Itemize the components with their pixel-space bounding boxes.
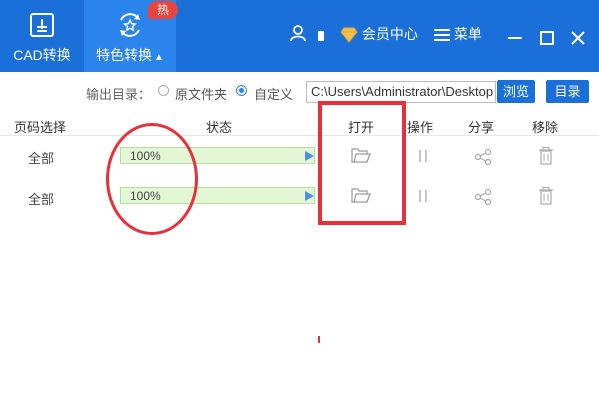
share-icon[interactable]: [474, 148, 492, 169]
col-status: 状态: [206, 120, 233, 135]
menu-icon: [434, 26, 454, 42]
pause-icon[interactable]: [418, 190, 428, 205]
top-bar: CAD转换 特色转换 ▲ 热 会员中心 菜单: [0, 0, 599, 72]
output-dir-label: 输出目录：: [86, 87, 152, 102]
radio-source-folder-label[interactable]: 原文件夹: [175, 84, 227, 103]
col-remove: 移除: [532, 120, 559, 135]
trash-icon[interactable]: [538, 147, 554, 168]
directory-button[interactable]: 目录: [546, 80, 589, 103]
radio-source-folder[interactable]: [158, 85, 169, 96]
col-page-select: 页码选择: [14, 120, 67, 135]
trash-icon[interactable]: [538, 187, 554, 208]
menu-button[interactable]: 菜单: [434, 24, 482, 44]
nav-cad-convert[interactable]: CAD转换: [0, 0, 84, 72]
share-icon[interactable]: [474, 188, 492, 209]
nav-cad-label: CAD转换: [13, 47, 71, 63]
col-operate: 操作: [407, 120, 434, 135]
browse-button[interactable]: 浏览: [497, 80, 535, 103]
member-center-link[interactable]: 会员中心: [340, 24, 418, 44]
play-arrow-icon: [305, 191, 314, 201]
annotation-ellipse: [106, 123, 198, 235]
output-path-field[interactable]: C:\Users\Administrator\Desktop: [306, 81, 496, 103]
hot-badge: 热: [148, 1, 178, 19]
pause-icon[interactable]: [418, 150, 428, 165]
annotation-mark: [318, 336, 320, 343]
file-convert-icon: [29, 12, 55, 41]
star-convert-icon: [116, 12, 144, 41]
user-icon[interactable]: [289, 24, 307, 42]
menu-label: 菜单: [453, 26, 482, 42]
play-arrow-icon: [305, 151, 314, 161]
page-select-cell[interactable]: 全部: [28, 189, 54, 208]
caret-up-icon: ▲: [154, 52, 164, 63]
header-divider: [0, 135, 599, 136]
close-icon[interactable]: [571, 29, 585, 46]
page-select-cell[interactable]: 全部: [28, 148, 54, 167]
username-placeholder: [318, 31, 324, 41]
radio-custom[interactable]: [236, 85, 247, 96]
minimize-icon[interactable]: [508, 29, 522, 45]
radio-custom-label[interactable]: 自定义: [254, 84, 293, 103]
col-share: 分享: [468, 120, 495, 135]
annotation-rectangle: [318, 101, 406, 225]
member-center-label: 会员中心: [361, 26, 418, 42]
maximize-icon[interactable]: [540, 29, 554, 46]
nav-special-label: 特色转换: [96, 47, 153, 63]
diamond-icon: [340, 26, 362, 44]
